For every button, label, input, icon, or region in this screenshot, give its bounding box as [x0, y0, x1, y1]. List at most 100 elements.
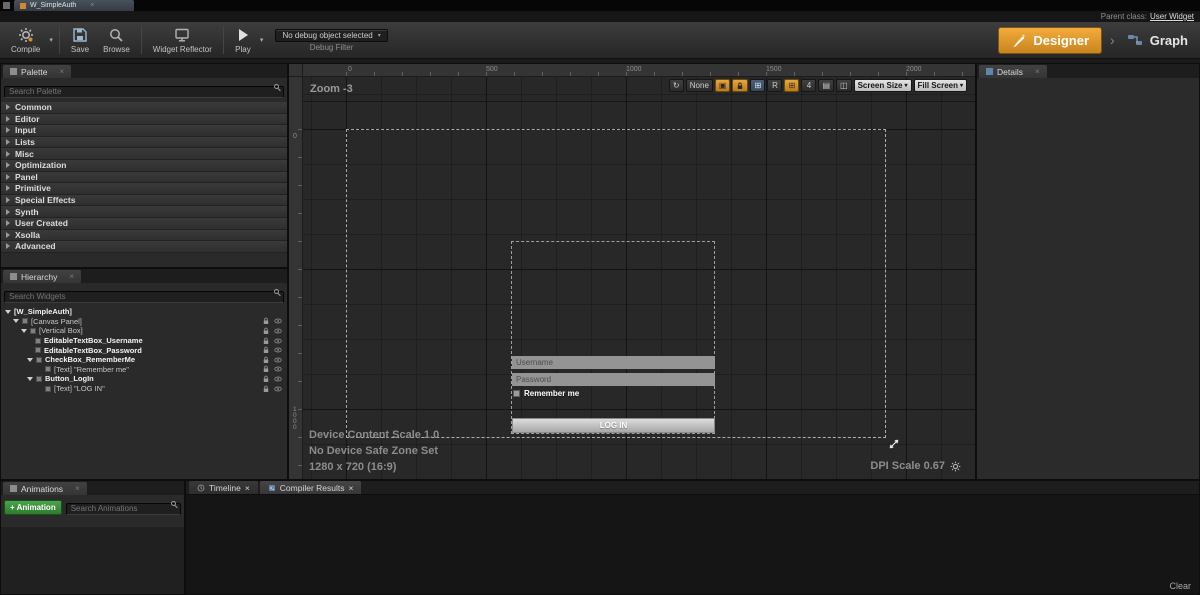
animations-tab[interactable]: Animations ×: [3, 482, 87, 495]
preview-password-textbox[interactable]: Password: [512, 373, 715, 386]
tree-item-editabletextbox-username[interactable]: EditableTextBox_Username: [1, 336, 287, 346]
eye-icon[interactable]: [274, 317, 282, 325]
lock-icon[interactable]: [262, 346, 270, 354]
designer-mode-button[interactable]: Designer: [998, 27, 1102, 54]
close-icon[interactable]: ×: [1035, 67, 1040, 76]
lock-toggle-button[interactable]: [732, 79, 748, 92]
eye-icon[interactable]: [274, 385, 282, 393]
dpi-settings-gear-icon[interactable]: [950, 461, 961, 472]
expander-icon[interactable]: [6, 104, 10, 110]
palette-category-lists[interactable]: Lists: [1, 137, 287, 149]
lock-icon[interactable]: [262, 337, 270, 345]
tree-item-root[interactable]: [W_SimpleAuth]: [1, 307, 287, 317]
close-icon[interactable]: ×: [69, 272, 74, 281]
expander-icon[interactable]: [27, 377, 33, 381]
grid-snap-button[interactable]: ⊞: [750, 79, 765, 92]
rotation-mode-button[interactable]: R: [767, 79, 782, 92]
eye-icon[interactable]: [274, 365, 282, 373]
layout-grid-button[interactable]: ⊞: [784, 79, 799, 92]
hierarchy-tab[interactable]: Hierarchy ×: [3, 270, 81, 283]
eye-icon[interactable]: [274, 327, 282, 335]
expander-icon[interactable]: [6, 232, 10, 238]
palette-category-user-created[interactable]: User Created: [1, 218, 287, 230]
refresh-button[interactable]: ↻: [669, 79, 684, 92]
lock-icon[interactable]: [262, 385, 270, 393]
timeline-tab[interactable]: Timeline ×: [189, 481, 258, 494]
expander-icon[interactable]: [6, 116, 10, 122]
snap-size-button[interactable]: 4: [801, 79, 816, 92]
compile-options-caret[interactable]: ▾: [47, 36, 55, 44]
expander-icon[interactable]: [6, 243, 10, 249]
document-tab[interactable]: W_SimpleAuth ×: [14, 0, 134, 11]
palette-category-primitive[interactable]: Primitive: [1, 183, 287, 195]
expander-icon[interactable]: [5, 310, 11, 314]
compiler-results-tab[interactable]: Compiler Results ×: [260, 481, 362, 494]
expander-icon[interactable]: [27, 358, 33, 362]
eye-icon[interactable]: [274, 337, 282, 345]
close-icon[interactable]: ×: [349, 483, 354, 493]
expander-icon[interactable]: [21, 329, 27, 333]
tree-item-text-login[interactable]: [Text] "LOG IN": [1, 384, 287, 394]
close-icon[interactable]: ×: [75, 484, 80, 493]
palette-category-editor[interactable]: Editor: [1, 114, 287, 126]
expander-icon[interactable]: [6, 174, 10, 180]
expander-icon[interactable]: [6, 209, 10, 215]
palette-category-synth[interactable]: Synth: [1, 206, 287, 218]
palette-category-special-effects[interactable]: Special Effects: [1, 195, 287, 207]
lock-icon[interactable]: [262, 327, 270, 335]
widget-reflector-button[interactable]: Widget Reflector: [146, 23, 219, 57]
graph-mode-button[interactable]: Graph: [1123, 33, 1192, 48]
palette-category-misc[interactable]: Misc: [1, 148, 287, 160]
save-button[interactable]: Save: [64, 23, 96, 57]
eye-icon[interactable]: [274, 346, 282, 354]
lock-icon[interactable]: [262, 356, 270, 364]
play-options-caret[interactable]: ▾: [258, 36, 266, 44]
expander-icon[interactable]: [6, 220, 10, 226]
checkbox-box-icon[interactable]: [513, 390, 520, 397]
tree-item-editabletextbox-password[interactable]: EditableTextBox_Password: [1, 345, 287, 355]
lock-icon[interactable]: [262, 317, 270, 325]
play-button[interactable]: Play: [228, 23, 258, 57]
hierarchy-search-input[interactable]: [4, 291, 284, 303]
animations-search-input[interactable]: [66, 503, 181, 515]
expander-icon[interactable]: [6, 127, 10, 133]
close-icon[interactable]: ×: [59, 67, 64, 76]
palette-category-input[interactable]: Input: [1, 125, 287, 137]
palette-category-common[interactable]: Common: [1, 102, 287, 114]
palette-category-advanced[interactable]: Advanced: [1, 241, 287, 253]
expander-icon[interactable]: [6, 197, 10, 203]
expander-icon[interactable]: [6, 151, 10, 157]
expander-icon[interactable]: [6, 139, 10, 145]
compile-button[interactable]: Compile: [4, 23, 47, 57]
tree-item-vertical-box[interactable]: [Vertical Box]: [1, 326, 287, 336]
close-icon[interactable]: ×: [90, 2, 94, 9]
palette-search-input[interactable]: [4, 86, 284, 98]
preview-remember-checkbox-row[interactable]: Remember me: [513, 389, 579, 398]
palette-category-panel[interactable]: Panel: [1, 172, 287, 184]
expander-icon[interactable]: [13, 319, 19, 323]
screen-size-dropdown[interactable]: Screen Size▾: [854, 79, 912, 92]
lock-icon[interactable]: [262, 365, 270, 373]
clear-log-button[interactable]: Clear: [1169, 581, 1191, 591]
debug-object-dropdown[interactable]: No debug object selected ▾: [275, 29, 387, 42]
resize-handle-icon[interactable]: [888, 438, 900, 450]
palette-category-optimization[interactable]: Optimization: [1, 160, 287, 172]
parent-class-link[interactable]: User Widget: [1150, 12, 1194, 21]
close-icon[interactable]: ×: [245, 483, 250, 493]
aspect-ratio-button[interactable]: ◫: [836, 79, 852, 92]
flow-direction-button[interactable]: ▤: [818, 79, 834, 92]
lock-icon[interactable]: [262, 375, 270, 383]
preview-username-textbox[interactable]: Username: [512, 356, 715, 369]
eye-icon[interactable]: [274, 375, 282, 383]
palette-category-xsolla[interactable]: Xsolla: [1, 230, 287, 242]
palette-tab[interactable]: Palette ×: [3, 65, 71, 78]
expander-icon[interactable]: [6, 162, 10, 168]
tree-item-text-rememberme[interactable]: [Text] "Remember me": [1, 365, 287, 375]
add-animation-button[interactable]: + Animation: [4, 500, 62, 515]
expander-icon[interactable]: [6, 185, 10, 191]
browse-button[interactable]: Browse: [96, 23, 137, 57]
tree-item-canvas-panel[interactable]: [Canvas Panel]: [1, 317, 287, 327]
tree-item-button-login[interactable]: Button_LogIn: [1, 374, 287, 384]
tree-item-checkbox-rememberme[interactable]: CheckBox_RememberMe: [1, 355, 287, 365]
localization-preview-button[interactable]: ▣: [715, 79, 731, 92]
